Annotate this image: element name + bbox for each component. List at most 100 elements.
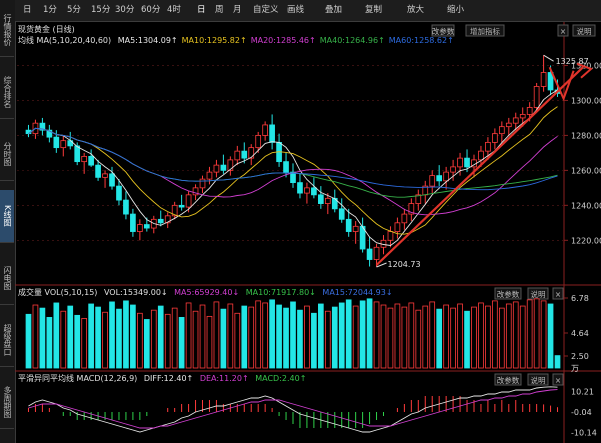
toolbar-item-8[interactable]: 周	[215, 4, 224, 17]
volume-bar	[241, 305, 248, 369]
volume-bar	[505, 303, 512, 369]
toolbar-item-5[interactable]: 60分	[141, 4, 160, 17]
macd-button-label: 说明	[531, 375, 546, 385]
toolbar-item-9[interactable]: 月	[233, 4, 242, 17]
volume-bar	[304, 305, 310, 369]
candle-body	[366, 248, 373, 260]
macd-axis-label: -0.04	[571, 408, 592, 417]
toolbar-item-13[interactable]: 复制	[365, 4, 382, 17]
candle-body	[485, 142, 491, 152]
side-tab-2[interactable]: 分时图	[0, 128, 14, 181]
candle-body	[60, 140, 67, 149]
volume-bar	[290, 301, 296, 369]
candle-body	[373, 246, 380, 260]
macd-button-label: 改参数	[497, 375, 520, 385]
low-label: 1204.73	[388, 260, 421, 269]
candle-body	[248, 147, 255, 159]
candle-body	[88, 155, 94, 166]
side-tab-6[interactable]: 多周期图	[0, 376, 14, 429]
volume-bar	[547, 303, 554, 369]
volume-bar	[366, 298, 373, 369]
toolbar-item-4[interactable]: 30分	[115, 4, 134, 17]
candle-body	[130, 213, 136, 232]
ma-label: 均线 MA(5,10,20,40,60)	[18, 36, 112, 45]
toolbar-item-0[interactable]: 日	[23, 4, 32, 17]
toolbar-item-12[interactable]: 叠加	[325, 4, 342, 17]
candle-body	[464, 157, 470, 168]
candle-body	[457, 157, 463, 168]
candle-body	[95, 164, 101, 178]
candle-body	[81, 155, 88, 163]
volume-bar	[178, 317, 185, 369]
candle-body	[436, 175, 443, 182]
candle-body	[116, 185, 122, 201]
volume-bar	[227, 303, 234, 369]
toolbar-item-1[interactable]: 1分	[43, 4, 57, 17]
volume-bar	[415, 309, 422, 369]
toolbar-item-3[interactable]: 15分	[91, 4, 110, 17]
toolbar-item-11[interactable]: 画线	[287, 4, 304, 17]
macd-label: 平滑异同平均线 MACD(12,26,9)	[18, 374, 138, 383]
candle-body	[498, 126, 505, 135]
high-marker-line	[543, 54, 554, 62]
volume-bar	[519, 305, 526, 369]
y-tick-label: 1280.00	[571, 131, 601, 140]
volume-bar	[359, 300, 366, 369]
volume-bar	[345, 299, 352, 369]
candle-body	[283, 161, 289, 173]
toolbar-item-2[interactable]: 5分	[67, 4, 81, 17]
side-tab-0[interactable]: 行情报价	[0, 4, 14, 57]
candle-body	[255, 135, 262, 149]
toolbar-item-15[interactable]: 缩小	[447, 4, 464, 17]
toolbar-item-6[interactable]: 4时	[167, 4, 181, 17]
side-tab-1[interactable]: 综合排名	[0, 66, 14, 119]
volume-bar	[443, 304, 449, 369]
volume-vol: VOL:15349.00↓	[103, 288, 168, 297]
volume-bar	[276, 304, 282, 369]
volume-bar	[436, 308, 443, 369]
candle-body	[109, 173, 115, 187]
candle-body	[269, 124, 275, 143]
candle-body	[338, 208, 345, 220]
macd-diff-line	[28, 386, 558, 433]
volume-bar	[408, 302, 415, 369]
ma-value-1: MA10:1295.82↑	[181, 36, 247, 45]
volume-bar	[130, 304, 136, 369]
volume-bar	[46, 317, 53, 369]
candle-body	[533, 86, 540, 108]
candle-body	[157, 218, 164, 224]
y-tick-label: 1240.00	[571, 201, 601, 210]
ma-value-3: MA40:1264.96↑	[319, 36, 385, 45]
volume-bar	[192, 310, 199, 369]
candle-body	[213, 164, 220, 173]
volume-ma5: MA5:65929.40↓	[174, 288, 240, 297]
candle-body	[199, 178, 206, 189]
volume-button-label: 改参数	[497, 289, 520, 299]
candle-body	[241, 150, 248, 159]
side-tab-3[interactable]: K线图	[0, 190, 14, 243]
toolbar: 日 1分 5分 15分 30分 60分 4时日周月自定义 画线 叠加 复制 放大 缩小	[15, 0, 601, 22]
volume-bar	[248, 306, 255, 369]
side-tab-4[interactable]: 闪电图	[0, 252, 14, 305]
volume-bar	[512, 301, 519, 369]
volume-bar	[213, 301, 220, 369]
volume-bar	[554, 355, 561, 369]
volume-bar	[269, 299, 275, 369]
volume-bar	[540, 300, 547, 369]
candle-body	[429, 175, 436, 187]
volume-bar	[150, 309, 157, 369]
volume-legend: 成交量 VOL(5,10,15) VOL:15349.00↓ MA5:65929…	[18, 287, 393, 299]
volume-bar	[283, 307, 289, 369]
toolbar-item-10[interactable]: 自定义	[253, 4, 279, 17]
volume-bar	[81, 318, 88, 369]
candle-body	[304, 187, 310, 194]
volume-bar	[60, 310, 67, 369]
toolbar-item-14[interactable]: 放大	[407, 4, 424, 17]
toolbar-item-7[interactable]: 日	[197, 4, 206, 17]
volume-button-label: ×	[555, 290, 561, 299]
volume-bar	[324, 310, 331, 369]
candle-body	[401, 213, 408, 224]
side-tab-5[interactable]: 超级盘口	[0, 314, 14, 367]
candle-body	[512, 117, 519, 124]
volume-bar	[234, 312, 241, 369]
